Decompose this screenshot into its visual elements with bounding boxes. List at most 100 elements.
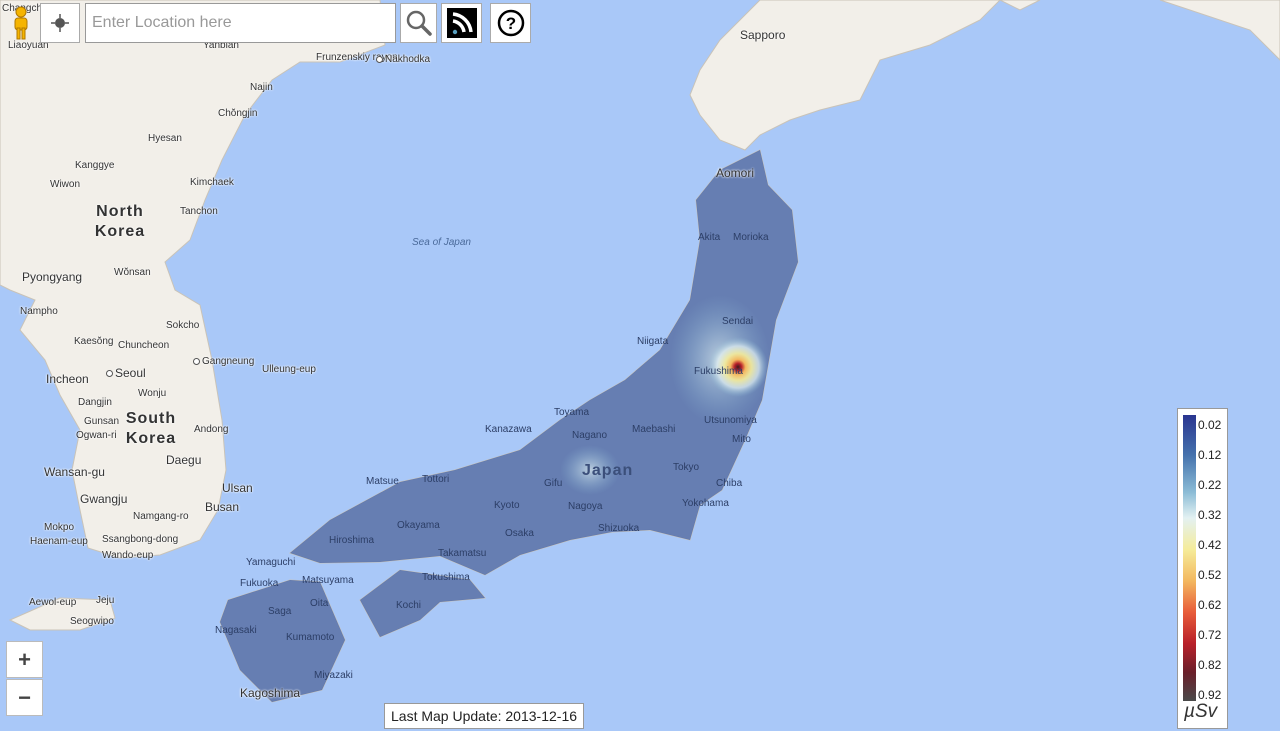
legend-tick: 0.52: [1198, 568, 1222, 582]
legend-tick: 0.12: [1198, 448, 1222, 462]
map-label: Shizuoka: [598, 523, 640, 534]
map-label: Kimchaek: [190, 177, 234, 188]
map-label: Nakhodka: [376, 54, 430, 65]
map-label: Nagasaki: [215, 625, 257, 636]
map-label: South Korea: [125, 410, 177, 447]
legend-tick: 0.82: [1198, 658, 1222, 672]
map-label: Matsue: [366, 476, 399, 487]
map-label: Wando-eup: [102, 550, 154, 561]
legend-tick: 0.22: [1198, 478, 1222, 492]
map-label: Chŏngjin: [218, 108, 258, 119]
map-label: Jeju: [96, 595, 115, 606]
rss-feed-button[interactable]: [441, 3, 482, 43]
help-button[interactable]: ?: [490, 3, 531, 43]
map-label: Fukushima: [694, 366, 743, 377]
map-label: Utsunomiya: [704, 415, 757, 426]
map-label: Seogwipo: [70, 616, 114, 627]
russia-and-hokkaido: [689, 0, 1280, 151]
map-label: Najin: [250, 82, 273, 93]
map-label: Nagoya: [568, 501, 603, 512]
map-label: Nagano: [572, 430, 608, 441]
legend-unit: µSv: [1184, 701, 1218, 722]
last-map-update: Last Map Update: 2013-12-16: [384, 703, 585, 729]
map-label: Mokpo: [44, 522, 75, 533]
map-label: Tottori: [422, 474, 450, 485]
rss-feed-icon: [446, 8, 477, 38]
map-label: Wansan-gu: [44, 465, 105, 479]
svg-text:?: ?: [505, 14, 515, 33]
map-label: Chuncheon: [118, 340, 170, 351]
search-button[interactable]: [400, 3, 437, 43]
map-label: Tokyo: [673, 462, 700, 473]
locate-icon: [51, 14, 69, 32]
map-canvas[interactable]: [0, 0, 1280, 731]
map-label: Sokcho: [166, 320, 200, 331]
map-label: Japan: [582, 462, 634, 479]
map-label: Ogwan-ri: [76, 430, 117, 441]
map-label: Andong: [194, 424, 229, 435]
zoom-out-button[interactable]: −: [6, 679, 43, 716]
legend-tick: 0.62: [1198, 598, 1222, 612]
legend-tick: 0.42: [1198, 538, 1222, 552]
map-label: Kaesŏng: [74, 336, 114, 347]
map-label: Chiba: [716, 478, 743, 489]
map-label: Mito: [732, 434, 751, 445]
locate-button[interactable]: [40, 3, 80, 43]
legend-tick: 0.92: [1198, 688, 1222, 702]
map-label: Morioka: [733, 232, 769, 243]
map-label: Gunsan: [84, 416, 120, 427]
map-label: Haenam-eup: [30, 536, 88, 547]
map-label: Ulsan: [222, 481, 253, 495]
map-label: Toyama: [554, 407, 590, 418]
map-label: Nampho: [20, 306, 58, 317]
map-label: Fukuoka: [240, 578, 279, 589]
map-label: Kanazawa: [485, 424, 532, 435]
map-label: Wiwon: [50, 179, 81, 190]
map-label: Busan: [205, 500, 240, 514]
legend-tick: 0.72: [1198, 628, 1222, 642]
map-label: Ssangbong-dong: [102, 534, 179, 545]
map-label: Sea of Japan: [412, 237, 471, 248]
map-label: Maebashi: [632, 424, 676, 435]
map-label: Hiroshima: [329, 535, 375, 546]
map-label: Daegu: [166, 453, 202, 467]
map-label: Okayama: [397, 520, 440, 531]
map-label: Oita: [310, 598, 329, 609]
zoom-in-button[interactable]: +: [6, 641, 43, 678]
map-label: Tanchon: [180, 206, 218, 217]
legend-color-scale: [1183, 415, 1196, 701]
map-label: Kyoto: [494, 500, 520, 511]
search-icon: [406, 10, 432, 36]
map-label: Namgang-ro: [133, 511, 189, 522]
map-label: Aomori: [716, 166, 755, 180]
map-label: Matsuyama: [302, 575, 354, 586]
map-label: Yamaguchi: [246, 557, 296, 568]
help-icon: ?: [497, 9, 524, 37]
map-label: Takamatsu: [438, 548, 487, 559]
map-label: Ulleung-eup: [262, 364, 316, 375]
map-label: Kanggye: [75, 160, 115, 171]
map-label: Wonju: [138, 388, 167, 399]
map-label: Kumamoto: [286, 632, 335, 643]
map-label: Hyesan: [148, 133, 182, 144]
map-label: Gangneung: [193, 356, 254, 367]
dose-rate-legend: 0.02 0.12 0.22 0.32 0.42 0.52 0.62 0.72 …: [1177, 408, 1228, 729]
pegman-button[interactable]: [6, 3, 36, 43]
map-label: Aewol-eup: [29, 597, 77, 608]
map-label: Kagoshima: [240, 686, 301, 700]
map-label: Sapporo: [740, 28, 786, 42]
map-label: Dangjin: [78, 397, 112, 408]
map-label: Tokushima: [422, 572, 470, 583]
pegman-icon: [14, 6, 28, 40]
location-search-input[interactable]: [85, 3, 396, 43]
map-label: Incheon: [46, 372, 89, 386]
map-label: Gwangju: [80, 492, 128, 506]
map-label: Seoul: [106, 366, 146, 380]
map-label: Pyongyang: [22, 270, 83, 284]
map-label: North Korea: [94, 203, 146, 240]
legend-tick: 0.32: [1198, 508, 1222, 522]
legend-tick: 0.02: [1198, 418, 1222, 432]
map-label: Akita: [698, 232, 721, 243]
map-label: Niigata: [637, 336, 669, 347]
map-label: Yokohama: [682, 498, 729, 509]
